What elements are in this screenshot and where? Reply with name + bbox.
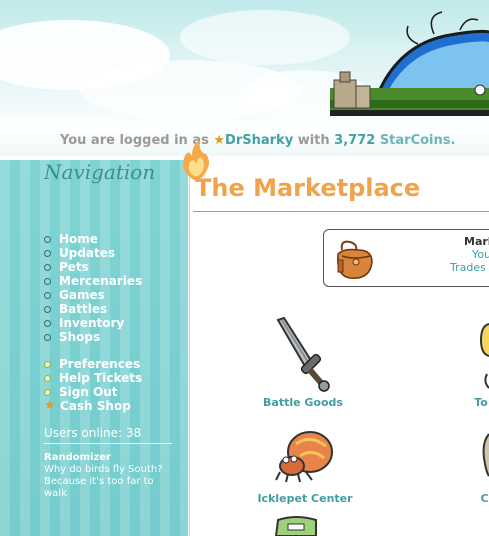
- circle-bullet-icon: [44, 319, 51, 327]
- username-link[interactable]: DrSharky: [225, 133, 293, 148]
- nav-item-games[interactable]: Games: [44, 288, 142, 302]
- nav-item-label: Games: [59, 288, 105, 302]
- cloud-decoration: [180, 10, 350, 65]
- nav-item-updates[interactable]: Updates: [44, 246, 142, 260]
- partial-item-icon: [482, 433, 489, 477]
- login-status: You are logged in as ★DrSharky with 3,77…: [60, 133, 455, 148]
- circle-bullet-icon: [44, 388, 51, 396]
- nav-item-inventory[interactable]: Inventory: [44, 316, 142, 330]
- title-underline: [193, 211, 489, 212]
- nav-item-label: Sign Out: [59, 385, 118, 399]
- users-online: Users online: 38: [44, 426, 142, 440]
- circle-bullet-icon: [44, 291, 51, 299]
- randomizer-title: Randomizer: [44, 452, 111, 463]
- nav-item-battles[interactable]: Battles: [44, 302, 142, 316]
- bag-icon: [337, 240, 373, 279]
- nav-item-label: Help Tickets: [59, 371, 143, 385]
- circle-bullet-icon: [44, 235, 51, 243]
- currency-label: StarCoins.: [375, 133, 456, 148]
- nav-item-pets[interactable]: Pets: [44, 260, 142, 274]
- info-box-title: Mark: [464, 235, 489, 248]
- shop-icklepet-center[interactable]: Icklepet Center: [247, 422, 363, 505]
- nav-item-label: Mercenaries: [59, 274, 143, 288]
- nav-item-label: Shops: [59, 330, 101, 344]
- nav-item-cash-shop[interactable]: ★ Cash Shop: [44, 398, 142, 414]
- shop-partial-right[interactable]: To: [473, 314, 489, 409]
- nav-item-home[interactable]: Home: [44, 232, 142, 246]
- nav-item-label: Updates: [59, 246, 116, 260]
- star-icon: ★: [44, 398, 56, 413]
- circle-bullet-icon: [44, 277, 51, 285]
- nav-item-label: Battles: [59, 302, 108, 316]
- nav-item-label: Inventory: [59, 316, 125, 330]
- nav-item-label: Cash Shop: [60, 399, 131, 413]
- shop-label: Icklepet Center: [257, 492, 353, 505]
- sword-icon: [276, 316, 330, 392]
- book-icon: [274, 516, 317, 536]
- nav-item-sign-out[interactable]: Sign Out: [44, 385, 142, 399]
- status-mid: with: [293, 133, 335, 148]
- info-box-line[interactable]: Trades: [450, 261, 486, 274]
- shop-label: Battle Goods: [263, 396, 343, 409]
- account-nav-list: Preferences Help Tickets Sign Out ★ Cash …: [44, 357, 142, 413]
- shop-label: To: [474, 396, 488, 409]
- content-border: [189, 176, 190, 536]
- navigation-heading: Navigation: [44, 160, 156, 184]
- partial-item-icon: [479, 323, 489, 389]
- circle-bullet-icon: [44, 249, 51, 257]
- hermit-crab-icon: [275, 431, 333, 483]
- circle-bullet-icon: [44, 333, 51, 341]
- circle-bullet-icon: [44, 360, 51, 368]
- nav-item-help-tickets[interactable]: Help Tickets: [44, 371, 142, 385]
- site-header: [0, 0, 489, 130]
- nav-item-shops[interactable]: Shops: [44, 330, 142, 344]
- main-nav-list: Home Updates Pets Mercenaries Games Batt…: [44, 232, 142, 344]
- info-box-line[interactable]: You: [472, 248, 489, 261]
- randomizer-text: Why do birds fly South? Because it's too…: [44, 464, 163, 499]
- page-title: The Marketplace: [195, 174, 421, 202]
- nav-item-label: Preferences: [59, 357, 141, 371]
- circle-bullet-icon: [44, 374, 51, 382]
- castle-scene-image: [330, 11, 489, 116]
- shop-partial-right[interactable]: C: [480, 422, 489, 505]
- nav-item-label: Home: [59, 232, 98, 246]
- circle-bullet-icon: [44, 263, 51, 271]
- nav-item-preferences[interactable]: Preferences: [44, 357, 142, 371]
- marketplace-info-box: Mark You Trades: [323, 229, 489, 287]
- nav-item-mercenaries[interactable]: Mercenaries: [44, 274, 142, 288]
- circle-bullet-icon: [44, 305, 51, 313]
- shop-label: C: [480, 492, 489, 505]
- shop-battle-goods[interactable]: Battle Goods: [255, 314, 351, 409]
- nav-item-label: Pets: [59, 260, 89, 274]
- sidebar-divider: [44, 443, 172, 444]
- starcoin-count: 3,772: [334, 133, 376, 148]
